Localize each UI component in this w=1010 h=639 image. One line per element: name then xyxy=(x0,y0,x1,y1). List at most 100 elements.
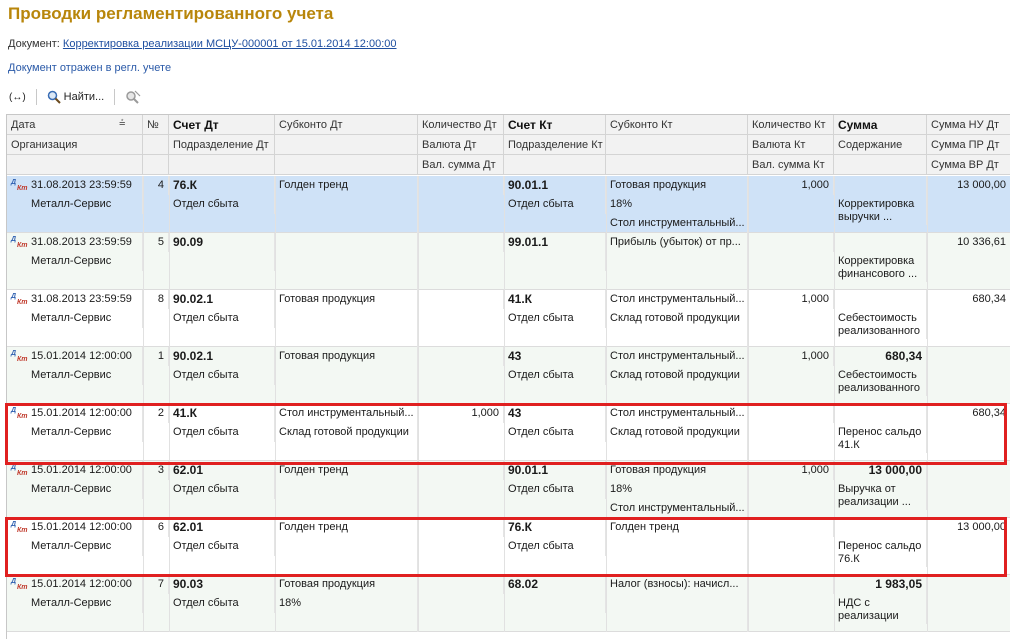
account-dt: 90.02.1 xyxy=(169,290,275,309)
subconto-kt xyxy=(606,328,748,347)
reflected-status: Документ отражен в регл. учете xyxy=(8,62,172,74)
subconto-kt: 18% xyxy=(606,480,748,499)
subconto-kt: Прибыль (убыток) от пр... xyxy=(606,233,748,252)
document-line: Документ: Корректировка реализации МСЦУ-… xyxy=(8,38,397,50)
quantity-kt xyxy=(748,404,834,423)
column-header[interactable] xyxy=(504,155,606,175)
cancel-search-button[interactable] xyxy=(122,89,144,105)
organization: Металл-Сервис xyxy=(7,195,143,214)
account-kt: 90.01.1 xyxy=(504,461,606,480)
column-header[interactable]: № xyxy=(143,115,169,135)
organization: Металл-Сервис xyxy=(7,594,143,613)
amount xyxy=(834,290,927,309)
column-header[interactable] xyxy=(275,155,418,175)
subconto-dt xyxy=(275,480,418,499)
amount-nu-dt xyxy=(927,347,1010,366)
column-header[interactable] xyxy=(143,135,169,155)
content: Перенос сальдо 76.К xyxy=(834,537,927,567)
amount: 13 000,00 xyxy=(834,461,927,480)
account-kt: 43 xyxy=(504,404,606,423)
column-header[interactable]: Количество Кт xyxy=(748,115,834,135)
column-header[interactable]: Валюта Дт xyxy=(418,135,504,155)
column-header[interactable] xyxy=(169,155,275,175)
document-label: Документ: xyxy=(8,38,60,50)
column-header[interactable]: Подразделение Кт xyxy=(504,135,606,155)
column-header[interactable]: Подразделение Дт xyxy=(169,135,275,155)
line-number: 4 xyxy=(143,176,169,195)
subconto-kt: Склад готовой продукции xyxy=(606,366,748,385)
division-dt: Отдел сбыта xyxy=(169,423,275,442)
column-header[interactable]: Вал. сумма Дт xyxy=(418,155,504,175)
header-row: Организация Подразделение Дт Валюта Дт Подр… xyxy=(7,135,1010,155)
find-button[interactable]: Найти... xyxy=(44,89,108,105)
posting-date: 15.01.2014 12:00:00 xyxy=(7,404,143,423)
output-list-button[interactable]: (↔) xyxy=(6,91,29,104)
table-row[interactable]: Д Кт 15.01.2014 12:00:00 Металл-Сервис 7 90.0… xyxy=(7,575,1010,632)
posting-date: 15.01.2014 12:00:00 xyxy=(7,461,143,480)
table-row[interactable]: Д Кт 31.08.2013 23:59:59 Металл-Сервис 4 76.К… xyxy=(7,176,1010,233)
organization: Металл-Сервис xyxy=(7,537,143,556)
subconto-kt: Голден тренд xyxy=(606,518,748,537)
subconto-kt xyxy=(606,537,748,556)
subconto-dt xyxy=(275,328,418,347)
column-header[interactable] xyxy=(143,155,169,175)
document-link[interactable]: Корректировка реализации МСЦУ-000001 от … xyxy=(63,38,397,50)
subconto-dt xyxy=(275,385,418,404)
division-kt xyxy=(504,252,606,271)
amount-nu-dt: 13 000,00 xyxy=(927,518,1010,537)
amount-nu-dt: 680,34 xyxy=(927,404,1010,423)
organization: Металл-Сервис xyxy=(7,480,143,499)
column-header[interactable]: Сумма ПР Дт xyxy=(927,135,1010,155)
amount: 1 983,05 xyxy=(834,575,927,594)
account-dt: 62.01 xyxy=(169,461,275,480)
column-header[interactable]: Организация xyxy=(7,135,143,155)
table-row[interactable]: Д Кт 15.01.2014 12:00:00 Металл-Сервис 3 62.0… xyxy=(7,461,1010,518)
column-header[interactable]: Сумма НУ Дт xyxy=(927,115,1010,135)
amount-nu-dt: 680,34 xyxy=(927,290,1010,309)
column-header[interactable] xyxy=(606,135,748,155)
subconto-kt: 18% xyxy=(606,195,748,214)
column-header[interactable] xyxy=(7,155,143,175)
table-row[interactable]: Д Кт 31.08.2013 23:59:59 Металл-Сервис 5 90.0… xyxy=(7,233,1010,290)
quantity-kt: 1,000 xyxy=(748,290,834,309)
postings-table[interactable]: Дата № Счет Дт Субконто Дт Количество Дт Счет… xyxy=(6,114,1010,639)
column-header[interactable]: Субконто Дт xyxy=(275,115,418,135)
column-header[interactable] xyxy=(834,155,927,175)
subconto-dt: Голден тренд xyxy=(275,461,418,480)
quantity-dt xyxy=(418,518,504,537)
table-row[interactable]: Д Кт 15.01.2014 12:00:00 Металл-Сервис 6 62.0… xyxy=(7,518,1010,575)
column-header[interactable]: Счет Дт xyxy=(169,115,275,135)
subconto-dt: Готовая продукция xyxy=(275,575,418,594)
column-header[interactable]: Счет Кт xyxy=(504,115,606,135)
column-header[interactable] xyxy=(606,155,748,175)
quantity-dt: 1,000 xyxy=(418,404,504,423)
table-row[interactable]: Д Кт 15.01.2014 12:00:00 Металл-Сервис 1 90.0… xyxy=(7,347,1010,404)
column-header[interactable]: Вал. сумма Кт xyxy=(748,155,834,175)
column-header[interactable]: Субконто Кт xyxy=(606,115,748,135)
line-number: 2 xyxy=(143,404,169,423)
division-dt: Отдел сбыта xyxy=(169,309,275,328)
subconto-dt xyxy=(275,366,418,385)
division-dt: Отдел сбыта xyxy=(169,537,275,556)
column-header[interactable]: Содержание xyxy=(834,135,927,155)
column-header[interactable]: Сумма ВР Дт xyxy=(927,155,1010,175)
subconto-kt: Стол инструментальный... xyxy=(606,347,748,366)
table-row[interactable]: Д Кт 15.01.2014 12:00:00 Металл-Сервис 2 41.К… xyxy=(7,404,1010,461)
column-header[interactable] xyxy=(275,135,418,155)
subconto-dt: Голден тренд xyxy=(275,176,418,195)
subconto-kt: Стол инструментальный... xyxy=(606,214,748,233)
column-header[interactable]: Количество Дт xyxy=(418,115,504,135)
table-row[interactable]: Д Кт 31.08.2013 23:59:59 Металл-Сервис 8 90.0… xyxy=(7,290,1010,347)
amount xyxy=(834,233,927,252)
subconto-dt xyxy=(275,442,418,461)
quantity-dt xyxy=(418,461,504,480)
organization: Металл-Сервис xyxy=(7,309,143,328)
line-number: 8 xyxy=(143,290,169,309)
quantity-kt xyxy=(748,575,834,594)
column-header[interactable]: Валюта Кт xyxy=(748,135,834,155)
subconto-dt xyxy=(275,613,418,632)
subconto-dt: 18% xyxy=(275,594,418,613)
brackets-arrows-icon: (↔) xyxy=(9,91,26,103)
column-header[interactable]: Сумма xyxy=(834,115,927,135)
subconto-dt xyxy=(275,195,418,214)
